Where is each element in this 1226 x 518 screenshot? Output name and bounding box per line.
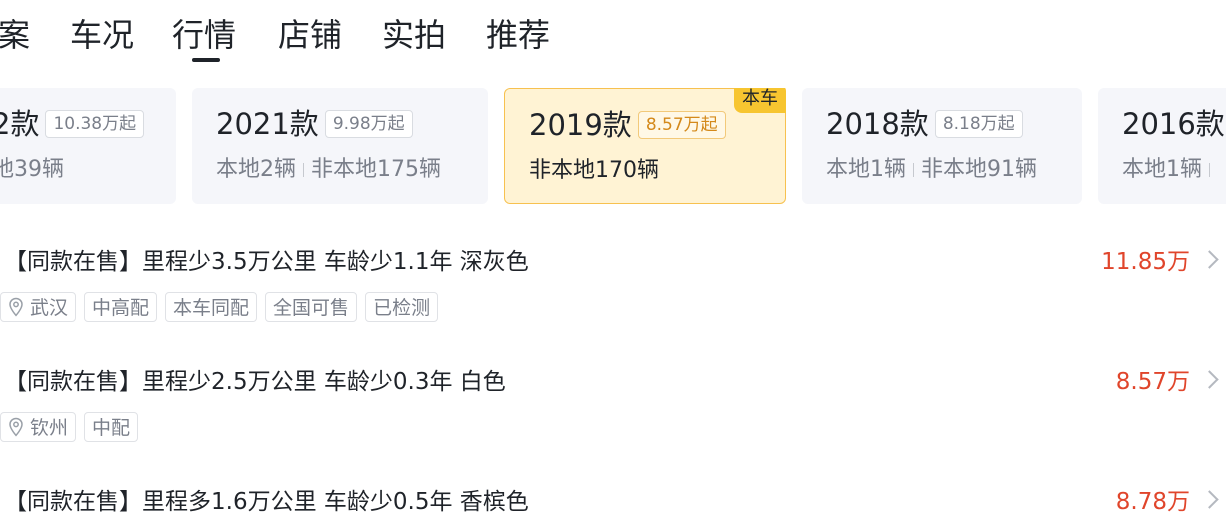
local-count: 本地1辆 (1122, 157, 1202, 182)
tab-bar: 案 车况 行情 店铺 实拍 推荐 (0, 0, 1226, 70)
year-label: 2016款 (1122, 107, 1225, 141)
year-card[interactable]: 2021款 9.98万起 本地2辆 非本地175辆 (192, 88, 488, 204)
chevron-right-icon (1200, 490, 1219, 509)
this-car-badge: 本车 (734, 88, 786, 113)
location-pin-icon (9, 297, 23, 317)
chevron-right-icon (1200, 370, 1219, 389)
listing-price: 8.57万 (1115, 369, 1190, 395)
listing-tag: 中配 (84, 412, 139, 442)
chevron-right-icon (1200, 250, 1219, 269)
nonlocal-count: 非本地170辆 (529, 158, 659, 183)
separator (303, 163, 304, 177)
year-price-badge: 9.98万起 (324, 110, 413, 138)
listing-tag: 全国可售 (265, 292, 358, 322)
year-label: 2018款 (826, 107, 929, 141)
listing-price: 8.78万 (1115, 489, 1190, 515)
listing-tags: 钦州 中配 (0, 412, 146, 442)
model-year-selector: 2款 10.38万起 地39辆 2021款 9.98万起 本地2辆 非本地175辆 2… (0, 88, 1226, 204)
tab-shipai[interactable]: 实拍 (382, 14, 446, 56)
location-tag: 武汉 (0, 292, 77, 322)
tab-tuijian[interactable]: 推荐 (486, 14, 550, 56)
listing-tag: 本车同配 (165, 292, 258, 322)
nonlocal-count: 地39辆 (0, 157, 64, 182)
separator (1209, 163, 1210, 177)
year-label: 2款 (0, 107, 40, 141)
tab-hangqing[interactable]: 行情 (172, 14, 236, 56)
tab-chekuang[interactable]: 车况 (70, 14, 134, 56)
tab-dianpu[interactable]: 店铺 (278, 14, 342, 56)
year-price-badge: 8.18万起 (934, 110, 1023, 138)
listing-tag: 中高配 (84, 292, 158, 322)
listing-price: 11.85万 (1101, 249, 1190, 275)
listing-tag: 已检测 (365, 292, 439, 322)
local-count: 本地2辆 (216, 157, 296, 182)
listing-title: 【同款在售】里程多1.6万公里 车龄少0.5年 香槟色 (4, 489, 529, 515)
nonlocal-count: 非本地175辆 (311, 157, 441, 182)
active-tab-indicator (192, 58, 220, 62)
listing-title: 【同款在售】里程少2.5万公里 车龄少0.3年 白色 (4, 369, 506, 395)
nonlocal-count: 非本地91辆 (921, 157, 1037, 182)
year-card[interactable]: 2018款 8.18万起 本地1辆 非本地91辆 (802, 88, 1082, 204)
location-label: 钦州 (30, 417, 69, 439)
listing-title: 【同款在售】里程少3.5万公里 车龄少1.1年 深灰色 (4, 249, 529, 275)
tab-fangan[interactable]: 案 (0, 14, 30, 56)
year-price-badge: 10.38万起 (45, 110, 145, 138)
listing-tags: 武汉 中高配 本车同配 全国可售 已检测 (0, 292, 446, 322)
year-price-badge: 8.57万起 (637, 111, 726, 139)
location-label: 武汉 (30, 297, 69, 319)
separator (913, 163, 914, 177)
local-count: 本地1辆 (826, 157, 906, 182)
year-card[interactable]: 2016款 本地1辆 (1098, 88, 1226, 204)
year-card-active[interactable]: 2019款 8.57万起 非本地170辆 本车 (504, 88, 786, 204)
year-label: 2021款 (216, 107, 319, 141)
year-label: 2019款 (529, 108, 632, 142)
location-pin-icon (9, 417, 23, 437)
year-card[interactable]: 2款 10.38万起 地39辆 (0, 88, 176, 204)
location-tag: 钦州 (0, 412, 77, 442)
